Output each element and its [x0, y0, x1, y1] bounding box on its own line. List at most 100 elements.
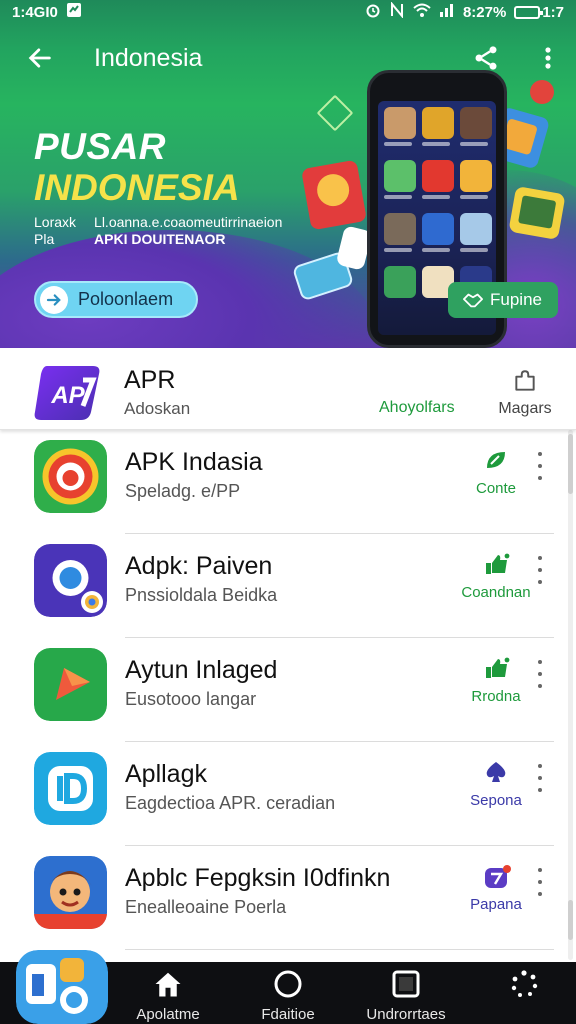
phone-app-tile	[460, 213, 492, 252]
banner-sub-left-2: Pla	[34, 231, 55, 247]
puzzle-icon	[512, 368, 538, 394]
nav-item-square[interactable]: Undrorrtaes	[356, 968, 456, 1023]
thumbs-up-icon	[483, 656, 510, 680]
app-name: Adpk: Paiven	[125, 552, 273, 580]
more-options-button[interactable]	[536, 40, 560, 76]
signal-text: 8:27%	[462, 3, 507, 21]
app-subtitle: Enealleoaine Poerla	[125, 897, 287, 917]
more-vert-icon	[545, 47, 551, 69]
list-item[interactable]: Apblc Fepgksin I0dfinkn Enealleoaine Poe…	[0, 846, 576, 950]
phone-app-tile	[384, 213, 416, 252]
back-button[interactable]	[16, 34, 64, 82]
app-subtitle: Pnssioldala Beidka	[125, 585, 278, 605]
scrollbar[interactable]	[568, 430, 573, 960]
thumbs-up-icon	[483, 552, 510, 576]
app-action-button[interactable]: Papana	[454, 864, 538, 913]
banner-title-line2: INDONESIA	[34, 167, 240, 208]
status-bar: 1:4GI0 8:27% 1:7	[0, 0, 576, 24]
aytun-inlaged-app-icon	[34, 648, 107, 721]
share-icon	[475, 46, 497, 70]
app-action-label: Papana	[470, 896, 522, 913]
phone-app-tile	[460, 160, 492, 199]
handshake-icon	[462, 290, 484, 310]
home-icon	[151, 968, 185, 1000]
scrollbar-thumb-lower	[568, 900, 573, 940]
app-action-label: Rrodna	[471, 688, 521, 705]
banner-subtitle: Loraxk Pla Ll.oanna.e.coaomeutirrinaeion…	[34, 214, 282, 248]
emoji-card-icon	[301, 159, 367, 231]
scrollbar-thumb[interactable]	[568, 434, 573, 494]
spade-icon	[483, 760, 509, 784]
phone-app-tile	[422, 213, 454, 252]
phone-app-tile	[384, 266, 416, 298]
app-subtitle: Eusotooo langar	[125, 689, 257, 709]
nav-item-home[interactable]: Apolatme	[118, 968, 218, 1023]
list-item[interactable]: APK Indasia Speladg. e/PP Conte	[0, 430, 576, 534]
more-vert-icon[interactable]	[534, 868, 546, 896]
battery-icon	[514, 5, 544, 19]
manage-button[interactable]: Magars	[496, 368, 554, 418]
phone-app-grid	[384, 107, 492, 298]
apllagk-app-icon	[34, 752, 107, 825]
banner-title: PUSAR INDONESIA	[34, 128, 240, 206]
phone-app-tile	[422, 160, 454, 199]
app-action-button[interactable]: Conte	[454, 448, 538, 497]
phone-app-tile	[422, 107, 454, 146]
share-button[interactable]	[468, 40, 504, 76]
arrow-right-icon	[40, 285, 68, 314]
svg-text:AP: AP	[50, 382, 85, 409]
nav-label: Undrorrtaes	[366, 1006, 446, 1023]
square-icon	[389, 968, 423, 1000]
leaf-icon	[483, 448, 509, 472]
arrow-left-icon	[28, 48, 51, 68]
app-action-button[interactable]: Coandnan	[454, 552, 538, 601]
adpk-paiven-app-icon	[34, 544, 107, 617]
app-bar: Indonesia	[0, 34, 576, 82]
banner-primary-label: Poloonlaem	[78, 289, 174, 309]
featured-app-row[interactable]: AP APR Adoskan Ahoyolfars Magars	[0, 348, 576, 430]
more-vert-icon[interactable]	[534, 556, 546, 584]
notification-icon	[66, 2, 82, 22]
photo-card-2-icon	[508, 186, 566, 240]
app-list[interactable]: APK Indasia Speladg. e/PP Conte Adpk: Pa…	[0, 430, 576, 962]
featured-app-subtitle: Adoskan	[124, 399, 191, 418]
list-item[interactable]: Aytun Inlaged Eusotooo langar Rrodna	[0, 638, 576, 742]
app-action-label: Sepona	[470, 792, 522, 809]
banner-secondary-button[interactable]: Fupine	[448, 282, 558, 318]
more-vert-icon[interactable]	[534, 764, 546, 792]
nav-item-loading[interactable]	[474, 968, 574, 1000]
app-action-button[interactable]: Rrodna	[454, 656, 538, 705]
circle-icon	[271, 968, 305, 1000]
list-item[interactable]: Apllagk Eagdectioa APR. ceradian Sepona	[0, 742, 576, 846]
app-subtitle: Eagdectioa APR. ceradian	[125, 793, 336, 813]
more-vert-icon[interactable]	[534, 452, 546, 480]
list-item[interactable]: Adpk: Paiven Pnssioldala Beidka Coandnan	[0, 534, 576, 638]
apblc-app-icon	[34, 856, 107, 929]
alarm-icon	[365, 2, 381, 22]
app-name: Apllagk	[125, 760, 207, 788]
manage-label: Magars	[498, 400, 552, 417]
app-action-button[interactable]: Sepona	[454, 760, 538, 809]
diamond-icon	[316, 94, 354, 132]
battery-text: 1:7	[542, 3, 564, 21]
signal-icon	[439, 2, 455, 22]
banner-primary-button[interactable]: Poloonlaem	[34, 281, 198, 318]
banner-title-line1: PUSAR	[34, 126, 167, 167]
nav-label: Fdaitioe	[261, 1006, 315, 1023]
phone-app-tile	[384, 160, 416, 199]
badge-seven-icon	[483, 864, 511, 888]
loading-icon	[507, 968, 541, 1000]
nfc-icon	[389, 1, 405, 22]
nav-item-circle[interactable]: Fdaitioe	[238, 968, 338, 1023]
floating-app-icon[interactable]	[16, 950, 108, 1024]
apple-icon	[530, 80, 554, 104]
banner-sub-right-1: Ll.oanna.e.coaomeutirrinaeion	[94, 214, 283, 230]
nav-label: Apolatme	[136, 1006, 200, 1023]
status-time: 1:4GI0	[12, 3, 58, 21]
app-action-label: Coandnan	[461, 584, 531, 601]
featured-app-link[interactable]: Ahoyolfars	[379, 399, 455, 417]
featured-app-name: APR	[124, 366, 176, 394]
more-vert-icon[interactable]	[534, 660, 546, 688]
page-title: Indonesia	[94, 43, 203, 72]
hero-banner: 1:4GI0 8:27% 1:7 Indonesia PUSAR INDONES…	[0, 0, 576, 348]
